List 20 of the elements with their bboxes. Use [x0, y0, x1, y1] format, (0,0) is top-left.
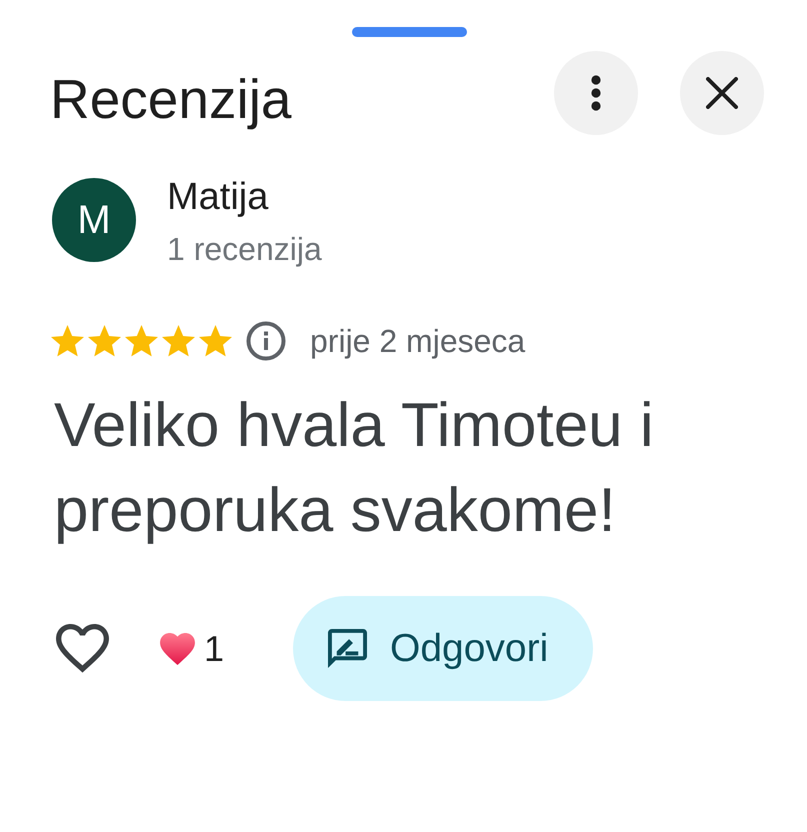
review-count: 1 recenzija [167, 230, 322, 268]
star-icon [125, 325, 158, 357]
star-icon [199, 325, 232, 357]
reaction-count: 1 [204, 628, 224, 670]
heart-icon[interactable] [56, 624, 109, 673]
more-vertical-icon [591, 75, 601, 111]
review-text: Veliko hvala Timoteu i preporuka svakome! [54, 390, 655, 547]
reaction-heart-icon [160, 632, 195, 664]
reply-button[interactable]: Odgovori [293, 596, 594, 701]
author-name[interactable]: Matija [167, 175, 322, 219]
star-icon [51, 325, 84, 357]
star-icon [162, 325, 195, 357]
review-time: prije 2 mjeseca [310, 324, 526, 358]
close-icon [706, 77, 738, 109]
comment-edit-icon [328, 629, 368, 668]
user-avatar[interactable]: M [52, 178, 136, 262]
star-icon [88, 325, 121, 357]
info-icon[interactable] [246, 321, 286, 361]
drag-handle[interactable] [352, 27, 467, 37]
sheet-title: Recenzija [50, 66, 293, 130]
